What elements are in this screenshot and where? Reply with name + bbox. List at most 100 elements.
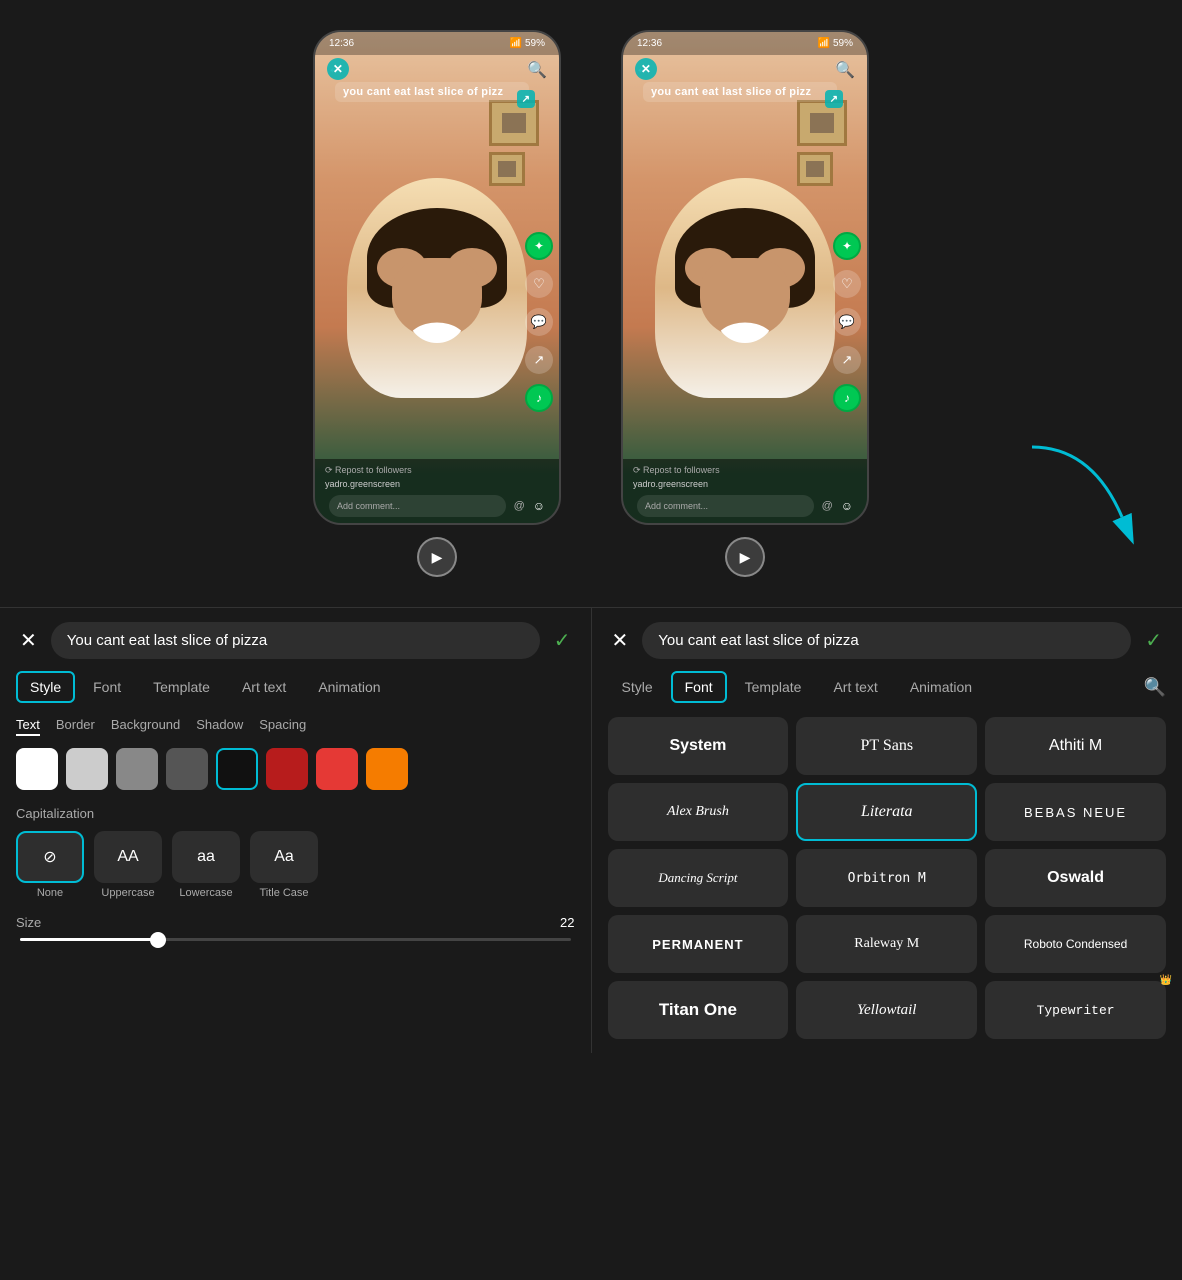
size-slider-fill (20, 938, 158, 941)
font-alexbrush[interactable]: Alex Brush (608, 783, 789, 841)
swatch-gray[interactable] (116, 748, 158, 790)
font-typewriter[interactable]: Typewriter (985, 981, 1166, 1039)
tab-arttext-left[interactable]: Art text (228, 671, 300, 703)
phone-left-comment-input[interactable]: Add comment... (329, 495, 506, 517)
phone-left-resize-handle[interactable]: ↗ (517, 90, 535, 108)
phone-left-comment-placeholder: Add comment... (337, 501, 400, 511)
capitalization-label: Capitalization (16, 806, 575, 821)
swatch-dark-red[interactable] (266, 748, 308, 790)
cap-none-symbol: ⊘ (43, 847, 56, 867)
right-text-input[interactable] (642, 622, 1131, 659)
phone-left-green-icon-1: ✦ (525, 232, 553, 260)
swatch-dark-gray[interactable] (166, 748, 208, 790)
swatch-white[interactable] (16, 748, 58, 790)
phone-left-at-icon: @ (514, 500, 525, 512)
tab-template-right[interactable]: Template (731, 671, 816, 703)
tab-arttext-right[interactable]: Art text (819, 671, 891, 703)
left-close-button[interactable]: ✕ (16, 624, 41, 657)
font-orbitron[interactable]: Orbitron M (796, 849, 977, 907)
font-bebas[interactable]: BEBAS NEUE (985, 783, 1166, 841)
phone-left-sidebar: ✦ ♡ 💬 ↗ ♪ (525, 232, 553, 412)
phone-right-emoji-icon: ☺ (841, 499, 853, 513)
phone-right-close-overlay[interactable]: ✕ (635, 58, 657, 80)
font-oswald[interactable]: Oswald (985, 849, 1166, 907)
phone-right-icons: 📶 59% (818, 38, 853, 49)
cap-title[interactable]: Aa Title Case (250, 831, 318, 899)
phone-previews-section: 12:36 📶 59% ← 🔍 ✕ you cant eat last slic… (0, 0, 1182, 597)
font-titan[interactable]: Titan One (608, 981, 789, 1039)
swatch-red[interactable] (316, 748, 358, 790)
font-raleway[interactable]: Raleway M (796, 915, 977, 973)
font-roboto[interactable]: Roboto Condensed (985, 915, 1166, 973)
phone-left-text-overlay[interactable]: ✕ you cant eat last slice of pizz ↗ (335, 82, 529, 102)
phone-left-bottom-bar: ⟳ Repost to followers yadro.greenscreen … (315, 459, 559, 523)
swatch-orange[interactable] (366, 748, 408, 790)
cap-none[interactable]: ⊘ None (16, 831, 84, 899)
phone-left-icons: 📶 59% (510, 38, 545, 49)
sub-tab-shadow[interactable]: Shadow (196, 717, 243, 736)
tab-animation-left[interactable]: Animation (304, 671, 394, 703)
left-text-input[interactable] (51, 622, 540, 659)
tab-template-left[interactable]: Template (139, 671, 224, 703)
phone-right-sidebar: ✦ ♡ 💬 ↗ ♪ (833, 232, 861, 412)
font-search-icon[interactable]: 🔍 (1144, 677, 1166, 698)
phone-left-repost: ⟳ Repost to followers (325, 465, 549, 476)
right-close-button[interactable]: ✕ (608, 624, 633, 657)
right-text-input-bar: ✕ ✓ (608, 622, 1167, 659)
phone-left-play-icon: ▶ (432, 549, 443, 566)
font-ptsans[interactable]: PT Sans (796, 717, 977, 775)
right-check-button[interactable]: ✓ (1141, 624, 1166, 657)
tab-style-left[interactable]: Style (16, 671, 75, 703)
size-slider-track[interactable] (20, 938, 571, 941)
cap-uppercase-btn[interactable]: AA (94, 831, 162, 883)
left-check-button[interactable]: ✓ (550, 624, 575, 657)
tab-animation-right[interactable]: Animation (896, 671, 986, 703)
sub-tab-border[interactable]: Border (56, 717, 95, 736)
phone-right-green-icon-1: ✦ (833, 232, 861, 260)
phone-left-comment-icon: 💬 (525, 308, 553, 336)
tab-style-right[interactable]: Style (608, 671, 667, 703)
phone-left-green-icon-2: ♪ (525, 384, 553, 412)
font-athiti[interactable]: Athiti M (985, 717, 1166, 775)
swatch-light-gray[interactable] (66, 748, 108, 790)
left-tabs: Style Font Template Art text Animation (16, 671, 575, 703)
tab-font-right[interactable]: Font (671, 671, 727, 703)
cap-lowercase-btn[interactable]: aa (172, 831, 240, 883)
phone-right-content: 12:36 📶 59% ← 🔍 ✕ you cant eat last slic… (623, 32, 867, 523)
slider-container (16, 938, 575, 941)
cap-uppercase[interactable]: AA Uppercase (94, 831, 162, 899)
phone-left-status-bar: 12:36 📶 59% (315, 32, 559, 55)
font-system[interactable]: System (608, 717, 789, 775)
tab-font-left[interactable]: Font (79, 671, 135, 703)
phone-right-search-icon[interactable]: 🔍 (835, 60, 855, 80)
phone-right-comment-icon: 💬 (833, 308, 861, 336)
bottom-editor-section: ✕ ✓ Style Font Template Art text Animati… (0, 607, 1182, 1053)
phone-left-comment-bar: Add comment... @ ☺ (325, 495, 549, 517)
phone-left-close-overlay[interactable]: ✕ (327, 58, 349, 80)
phone-right-comment-input[interactable]: Add comment... (637, 495, 814, 517)
phone-left-play-button[interactable]: ▶ (417, 537, 457, 577)
sub-tab-spacing[interactable]: Spacing (259, 717, 306, 736)
swatch-black[interactable] (216, 748, 258, 790)
phone-right-resize-handle[interactable]: ↗ (825, 90, 843, 108)
phone-right-play-button[interactable]: ▶ (725, 537, 765, 577)
font-yellowtail[interactable]: Yellowtail (796, 981, 977, 1039)
phone-right-like-icon: ♡ (833, 270, 861, 298)
phone-right-frame: 12:36 📶 59% ← 🔍 ✕ you cant eat last slic… (621, 30, 869, 525)
size-label: Size (16, 915, 550, 930)
font-permanent[interactable]: PERMANENT (608, 915, 789, 973)
cap-none-btn[interactable]: ⊘ (16, 831, 84, 883)
cap-title-btn[interactable]: Aa (250, 831, 318, 883)
sub-tab-text[interactable]: Text (16, 717, 40, 736)
phone-left-content: 12:36 📶 59% ← 🔍 ✕ you cant eat last slic… (315, 32, 559, 523)
phone-right-text-overlay[interactable]: ✕ you cant eat last slice of pizz ↗ (643, 82, 837, 102)
sub-tab-background[interactable]: Background (111, 717, 180, 736)
phone-right-person (633, 132, 857, 443)
font-grid: System PT Sans Athiti M Alex Brush Liter… (608, 717, 1167, 1039)
phone-left-search-icon[interactable]: 🔍 (527, 60, 547, 80)
font-literata[interactable]: Literata (796, 783, 977, 841)
phone-left-username: yadro.greenscreen (325, 479, 549, 489)
font-dancing[interactable]: Dancing Script (608, 849, 789, 907)
cap-lowercase[interactable]: aa Lowercase (172, 831, 240, 899)
size-slider-thumb[interactable] (150, 932, 166, 948)
